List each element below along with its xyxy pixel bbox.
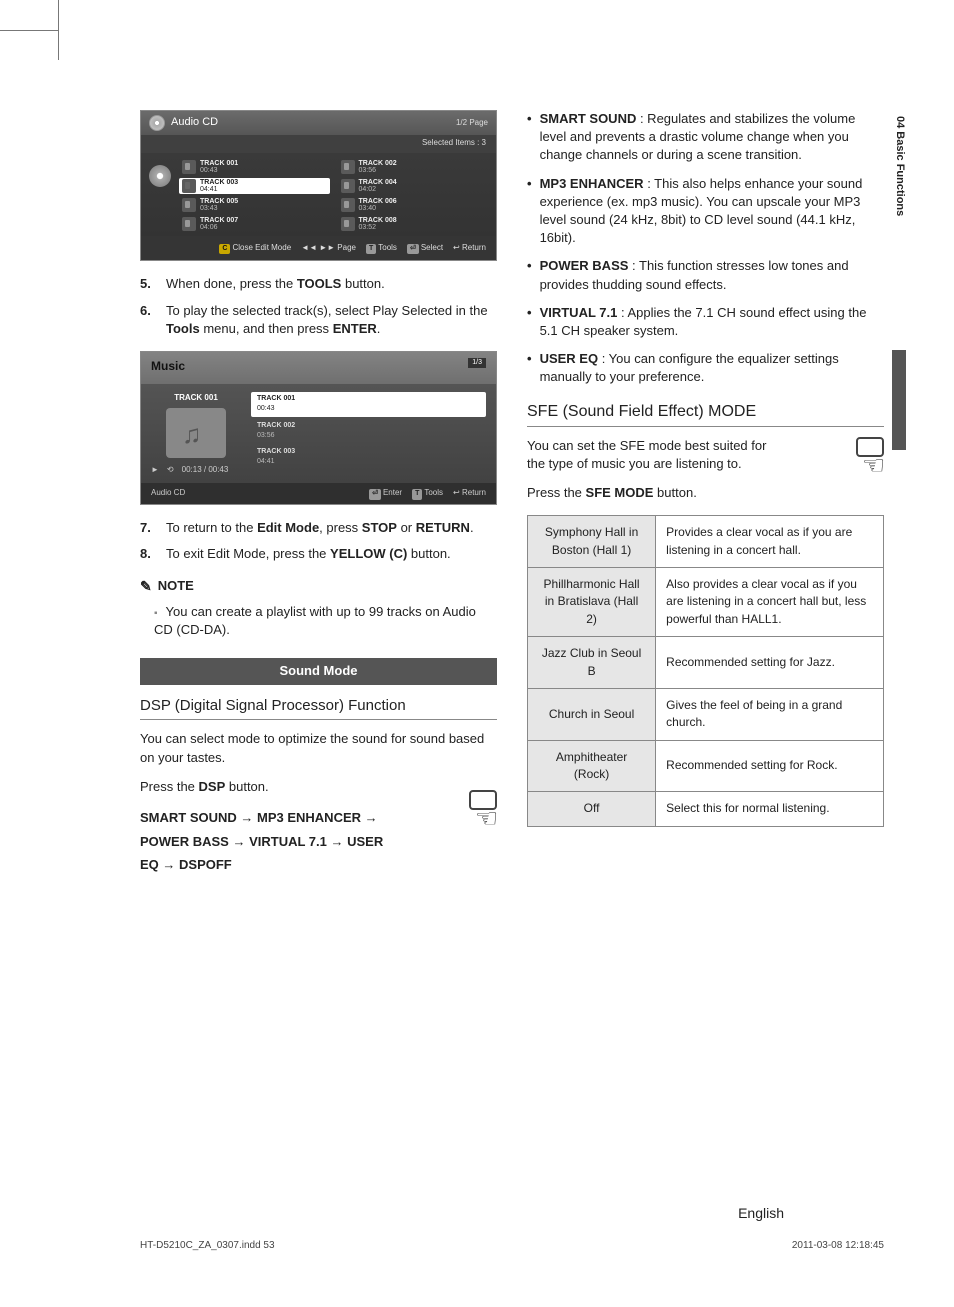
music-sub-label: Audio CD (151, 487, 185, 499)
note-list: You can create a playlist with up to 99 … (154, 603, 497, 641)
track-item: TRACK 00304:41 (179, 178, 330, 194)
current-track: TRACK 001 (151, 392, 241, 404)
page-footer: HT-D5210C_ZA_0307.indd 53 2011-03-08 12:… (140, 1240, 884, 1251)
music-file-icon (182, 160, 196, 174)
feature-item: MP3 ENHANCER : This also helps enhance y… (527, 175, 884, 248)
crop-mark (0, 30, 58, 31)
repeat-icon: ⟲ (167, 464, 174, 476)
table-row: Amphitheater (Rock)Recommended setting f… (528, 740, 884, 792)
right-column: SMART SOUND : Regulates and stabilizes t… (527, 110, 884, 885)
screenshot-header: Audio CD 1/2 Page (141, 111, 496, 135)
side-tab (892, 350, 906, 450)
note-heading: ✎ NOTE (140, 576, 497, 596)
track-grid: TRACK 00100:43 TRACK 00203:56 TRACK 00304:… (179, 159, 488, 232)
music-file-icon (341, 179, 355, 193)
sfe-table: Symphony Hall in Boston (Hall 1)Provides… (527, 515, 884, 827)
disc-icon (149, 115, 165, 131)
music-file-icon (182, 198, 196, 212)
sfe-press: Press the SFE MODE button. (527, 484, 884, 503)
track-item: TRACK 00704:06 (179, 216, 330, 232)
side-chapter-label: 04 Basic Functions (894, 116, 906, 216)
track-item: TRACK 00203:56 (338, 159, 489, 175)
music-note-icon (166, 408, 226, 458)
music-playlist: TRACK 00100:43 TRACK 00203:56TRACK 00304:… (251, 392, 486, 475)
music-file-icon (182, 179, 196, 193)
screenshot-title: Audio CD (171, 115, 218, 131)
selected-count: Selected Items : 3 (141, 135, 496, 153)
steps-5-6: 5.When done, press the TOOLS button. 6.To… (140, 275, 497, 340)
sound-mode-bar: Sound Mode (140, 658, 497, 685)
playlist-item: TRACK 00100:43 (251, 392, 486, 416)
playlist-item: TRACK 00203:56 (251, 419, 486, 443)
dsp-press: Press the DSP button. (140, 778, 497, 797)
music-file-icon (341, 160, 355, 174)
music-file-icon (341, 198, 355, 212)
page-label: Page (337, 243, 356, 252)
step-item: 7.To return to the Edit Mode, press STOP… (140, 519, 497, 538)
page: 04 Basic Functions Audio CD 1/2 Page Sel… (0, 0, 954, 1307)
hand-button-icon: ☜ (856, 437, 884, 495)
table-row: Church in SeoulGives the feel of being i… (528, 688, 884, 740)
footer-date: 2011-03-08 12:18:45 (792, 1240, 884, 1251)
note-item: You can create a playlist with up to 99 … (154, 603, 497, 641)
play-icon: ► (151, 464, 159, 476)
disc-icon (149, 165, 171, 187)
track-item: TRACK 00503:43 (179, 197, 330, 213)
feature-item: POWER BASS : This function stresses low … (527, 257, 884, 293)
table-row: Symphony Hall in Boston (Hall 1)Provides… (528, 516, 884, 568)
return-label: Return (462, 488, 486, 497)
tools-label: Tools (378, 243, 397, 252)
return-label: Return (462, 243, 486, 252)
left-column: Audio CD 1/2 Page Selected Items : 3 TRA… (140, 110, 497, 885)
music-file-icon (341, 217, 355, 231)
table-row: Jazz Club in Seoul BRecommended setting … (528, 637, 884, 689)
track-item: TRACK 00404:02 (338, 178, 489, 194)
select-label: Select (421, 243, 443, 252)
dsp-para: You can select mode to optimize the soun… (140, 730, 497, 768)
track-item: TRACK 00803:52 (338, 216, 489, 232)
footer-file: HT-D5210C_ZA_0307.indd 53 (140, 1240, 275, 1251)
hand-button-icon: ☜ (469, 790, 497, 848)
music-page: 1/3 (468, 358, 486, 368)
track-item: TRACK 00603:40 (338, 197, 489, 213)
screenshot-footer: CClose Edit Mode ◄◄ ►► Page TTools ⏎Sele… (141, 236, 496, 260)
feature-item: SMART SOUND : Regulates and stabilizes t… (527, 110, 884, 165)
table-row: Phillharmonic Hall in Bratislava (Hall 2… (528, 567, 884, 636)
note-label: NOTE (158, 577, 194, 596)
close-edit-label: Close Edit Mode (232, 243, 291, 252)
enter-label: Enter (383, 488, 402, 497)
step-item: 5.When done, press the TOOLS button. (140, 275, 497, 294)
dsp-heading: DSP (Digital Signal Processor) Function (140, 695, 497, 720)
track-item: TRACK 00100:43 (179, 159, 330, 175)
feature-item: VIRTUAL 7.1 : Applies the 7.1 CH sound e… (527, 304, 884, 340)
time-text: 00:13 / 00:43 (182, 464, 229, 476)
feature-list: SMART SOUND : Regulates and stabilizes t… (527, 110, 884, 386)
crop-mark (58, 0, 59, 60)
page-indicator: 1/2 Page (456, 117, 488, 129)
step-item: 8.To exit Edit Mode, press the YELLOW (C… (140, 545, 497, 564)
sfe-heading: SFE (Sound Field Effect) MODE (527, 400, 884, 426)
playlist-item: TRACK 00304:41 (251, 445, 486, 469)
feature-item: USER EQ : You can configure the equalize… (527, 350, 884, 386)
music-title: Music (151, 359, 185, 373)
language-label: English (738, 1205, 784, 1221)
dsp-sequence: SMART SOUND → MP3 ENHANCER → POWER BASS … (140, 806, 390, 876)
step-item: 6.To play the selected track(s), select … (140, 302, 497, 340)
table-row: OffSelect this for normal listening. (528, 792, 884, 826)
tools-label: Tools (424, 488, 443, 497)
sfe-para: You can set the SFE mode best suited for… (527, 437, 787, 475)
pencil-icon: ✎ (140, 576, 152, 596)
music-file-icon (182, 217, 196, 231)
steps-7-8: 7.To return to the Edit Mode, press STOP… (140, 519, 497, 565)
audio-cd-screenshot: Audio CD 1/2 Page Selected Items : 3 TRA… (140, 110, 497, 261)
music-screenshot: Music 1/3 TRACK 001 ► ⟲ 00:13 / 00:43 TR… (140, 351, 497, 504)
